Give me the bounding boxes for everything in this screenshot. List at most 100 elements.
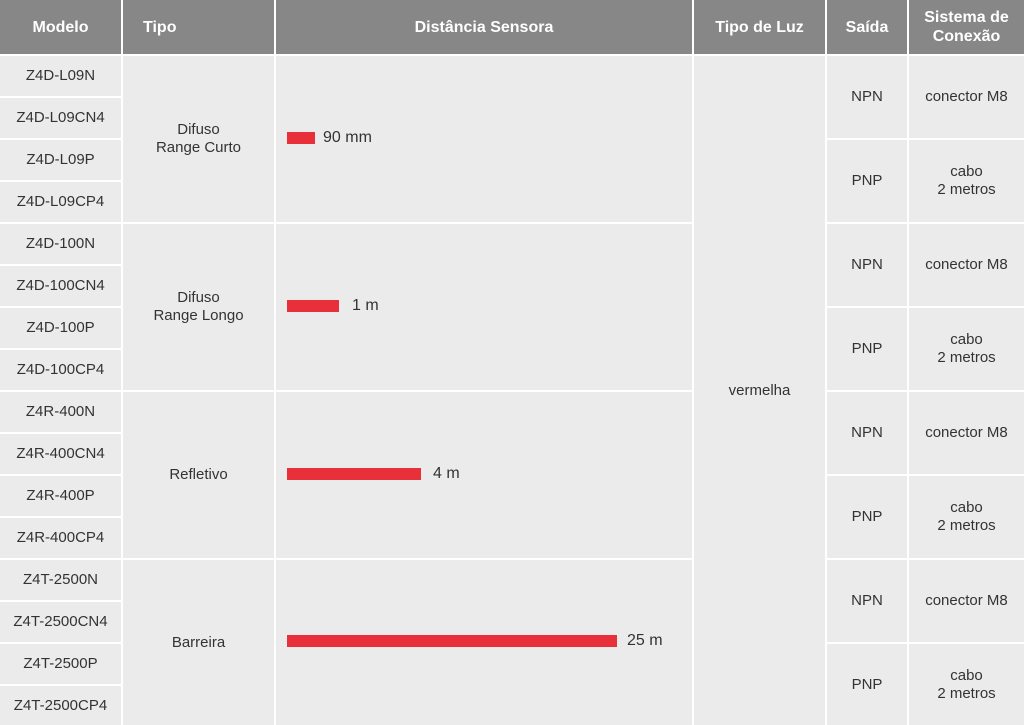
model-cell: Z4D-100CN4 bbox=[0, 266, 121, 306]
distance-indicator: 4 m bbox=[287, 465, 460, 483]
header-modelo-label: Modelo bbox=[32, 18, 89, 36]
saida-value: NPN bbox=[851, 88, 883, 105]
conexao-line1: cabo bbox=[950, 331, 983, 348]
header-tipo-label: Tipo bbox=[143, 18, 177, 36]
model-name: Z4R-400CN4 bbox=[16, 445, 105, 462]
distance-indicator: 25 m bbox=[287, 632, 663, 650]
distance-bar bbox=[287, 635, 617, 647]
model-name: Z4D-100P bbox=[26, 319, 95, 336]
tipo-cell: Barreira bbox=[123, 560, 274, 725]
model-name: Z4D-100CP4 bbox=[16, 361, 105, 378]
model-name: Z4T-2500P bbox=[23, 655, 98, 672]
tipo-cell: Refletivo bbox=[123, 392, 274, 558]
tipo-line2: Range Longo bbox=[153, 307, 244, 324]
conexao-line1: cabo bbox=[950, 163, 983, 180]
sensor-spec-table: Modelo Tipo Distância Sensora Tipo de Lu… bbox=[0, 0, 1024, 725]
model-name: Z4R-400N bbox=[25, 403, 96, 420]
model-name: Z4D-L09P bbox=[26, 151, 95, 168]
model-name: Z4R-400CP4 bbox=[16, 529, 105, 546]
distance-bar bbox=[287, 132, 315, 144]
conexao-cell: cabo 2 metros bbox=[909, 644, 1024, 725]
saida-value: PNP bbox=[851, 508, 883, 525]
model-name: Z4D-L09CN4 bbox=[16, 109, 105, 126]
model-name: Z4T-2500CN4 bbox=[13, 613, 108, 630]
distance-label: 1 m bbox=[352, 297, 379, 314]
distance-bar bbox=[287, 300, 339, 312]
distance-label: 4 m bbox=[433, 465, 460, 482]
header-distancia-label: Distância Sensora bbox=[414, 18, 554, 36]
model-cell: Z4D-L09P bbox=[0, 140, 121, 180]
model-cell: Z4T-2500P bbox=[0, 644, 121, 684]
header-saida-label: Saída bbox=[845, 18, 889, 36]
conexao-cell: conector M8 bbox=[909, 392, 1024, 474]
conexao-line2: 2 metros bbox=[937, 684, 996, 702]
saida-cell: NPN bbox=[827, 392, 907, 474]
tipo-cell: Difuso Range Longo bbox=[123, 224, 274, 390]
tipo-line1: Barreira bbox=[171, 633, 226, 651]
header-sistema-line1: Sistema de bbox=[924, 9, 1009, 26]
distance-bar bbox=[287, 468, 421, 480]
conexao-cell: cabo 2 metros bbox=[909, 140, 1024, 222]
header-tipo-luz: Tipo de Luz bbox=[694, 0, 825, 54]
distance-indicator: 90 mm bbox=[287, 129, 372, 147]
conexao-cell: cabo 2 metros bbox=[909, 308, 1024, 390]
tipo-line1: Difuso bbox=[177, 289, 220, 306]
header-modelo: Modelo bbox=[0, 0, 121, 54]
header-tipo: Tipo bbox=[123, 0, 274, 54]
model-name: Z4T-2500CP4 bbox=[13, 696, 108, 714]
conexao-line1: conector M8 bbox=[925, 88, 1008, 105]
model-cell: Z4R-400N bbox=[0, 392, 121, 432]
saida-value: PNP bbox=[851, 172, 883, 189]
model-cell: Z4D-100CP4 bbox=[0, 350, 121, 390]
distance-label: 90 mm bbox=[323, 129, 372, 146]
conexao-line1: cabo bbox=[950, 666, 983, 684]
model-name: Z4T-2500N bbox=[22, 571, 99, 588]
model-cell: Z4T-2500N bbox=[0, 560, 121, 600]
saida-cell: PNP bbox=[827, 308, 907, 390]
model-cell: Z4R-400CP4 bbox=[0, 518, 121, 558]
saida-cell: NPN bbox=[827, 56, 907, 138]
conexao-cell: cabo 2 metros bbox=[909, 476, 1024, 558]
conexao-line1: conector M8 bbox=[925, 256, 1008, 273]
conexao-line2: 2 metros bbox=[937, 349, 996, 366]
saida-value: NPN bbox=[851, 424, 883, 441]
header-sistema-conexao: Sistema de Conexão bbox=[909, 0, 1024, 54]
distance-indicator: 1 m bbox=[287, 297, 379, 315]
tipo-luz-value: vermelha bbox=[728, 381, 791, 399]
saida-value: NPN bbox=[851, 592, 883, 609]
model-name: Z4R-400P bbox=[26, 487, 95, 504]
conexao-line1: cabo bbox=[950, 499, 983, 516]
conexao-line2: 2 metros bbox=[937, 181, 996, 198]
saida-cell: NPN bbox=[827, 224, 907, 306]
saida-cell: PNP bbox=[827, 140, 907, 222]
conexao-line1: conector M8 bbox=[925, 592, 1008, 609]
model-cell: Z4R-400CN4 bbox=[0, 434, 121, 474]
tipo-luz-cell: vermelha bbox=[694, 56, 825, 725]
model-cell: Z4D-L09CN4 bbox=[0, 98, 121, 138]
distance-label: 25 m bbox=[627, 632, 663, 649]
header-distancia: Distância Sensora bbox=[276, 0, 692, 54]
model-cell: Z4D-100P bbox=[0, 308, 121, 348]
saida-value: PNP bbox=[851, 340, 883, 357]
header-tipo-luz-label: Tipo de Luz bbox=[715, 18, 804, 36]
conexao-cell: conector M8 bbox=[909, 224, 1024, 306]
tipo-cell: Difuso Range Curto bbox=[123, 56, 274, 222]
conexao-line1: conector M8 bbox=[925, 424, 1008, 441]
model-name: Z4D-100N bbox=[25, 235, 96, 252]
conexao-line2: 2 metros bbox=[937, 517, 996, 534]
model-cell: Z4R-400P bbox=[0, 476, 121, 516]
saida-cell: NPN bbox=[827, 560, 907, 642]
saida-cell: PNP bbox=[827, 644, 907, 725]
saida-value: PNP bbox=[851, 675, 883, 693]
model-cell: Z4T-2500CP4 bbox=[0, 686, 121, 725]
model-cell: Z4T-2500CN4 bbox=[0, 602, 121, 642]
model-cell: Z4D-L09CP4 bbox=[0, 182, 121, 222]
model-cell: Z4D-100N bbox=[0, 224, 121, 264]
header-saida: Saída bbox=[827, 0, 907, 54]
model-name: Z4D-L09CP4 bbox=[16, 193, 105, 210]
model-cell: Z4D-L09N bbox=[0, 56, 121, 96]
saida-value: NPN bbox=[851, 256, 883, 273]
conexao-cell: conector M8 bbox=[909, 560, 1024, 642]
model-name: Z4D-L09N bbox=[25, 67, 96, 84]
model-name: Z4D-100CN4 bbox=[16, 277, 105, 294]
